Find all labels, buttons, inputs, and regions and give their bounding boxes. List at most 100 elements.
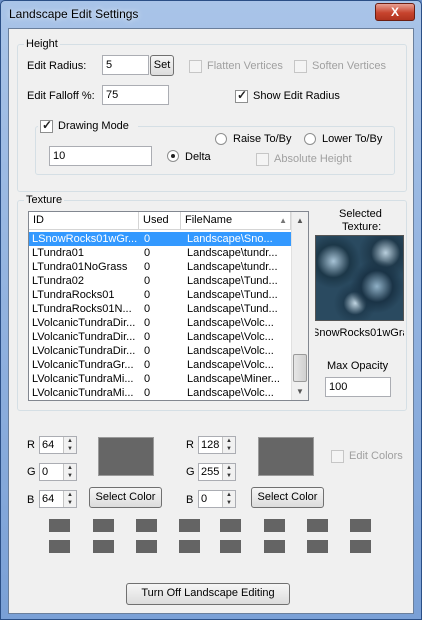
right-g-label: G — [186, 466, 195, 478]
color-chip[interactable] — [307, 540, 328, 553]
table-row[interactable]: LVolcanicTundraGr... 0 Landscape\Volc... — [29, 358, 291, 372]
drawing-mode-checkbox[interactable] — [40, 118, 53, 133]
column-header-used[interactable]: Used — [139, 212, 181, 230]
soften-vertices-checkbox[interactable] — [294, 60, 307, 73]
texture-file-cell: Landscape\Volc... — [187, 345, 274, 357]
edit-falloff-value: 75 — [106, 89, 119, 101]
color-chip[interactable] — [93, 519, 114, 532]
color-chip[interactable] — [49, 519, 70, 532]
texture-id-cell: LVolcanicTundraDir... — [32, 317, 136, 329]
column-header-id[interactable]: ID — [29, 212, 139, 230]
spin-up-icon: ▲ — [226, 492, 232, 498]
spin-down-icon: ▼ — [226, 473, 232, 479]
drawing-mode-value: 10 — [53, 150, 66, 162]
right-select-color-button[interactable]: Select Color — [251, 487, 324, 508]
edit-colors-checkbox[interactable] — [331, 450, 344, 463]
color-chip[interactable] — [350, 540, 371, 553]
color-chip[interactable] — [93, 540, 114, 553]
texture-group-label: Texture — [24, 194, 65, 206]
right-b-label: B — [186, 494, 194, 506]
texture-list-scrollbar[interactable]: ▲ ▼ — [291, 212, 308, 400]
texture-id-cell: LTundra01 — [32, 247, 84, 259]
edit-radius-input[interactable]: 5 — [102, 55, 149, 75]
color-chip[interactable] — [350, 519, 371, 532]
color-chip[interactable] — [179, 540, 200, 553]
edit-falloff-input[interactable]: 75 — [102, 85, 169, 105]
color-chip[interactable] — [264, 519, 285, 532]
table-row[interactable]: LVolcanicTundraMi... 0 Landscape\Miner... — [29, 372, 291, 386]
right-r-spinner[interactable]: 128 ▲ ▼ — [198, 436, 236, 454]
right-b-spinner[interactable]: 0 ▲ ▼ — [198, 490, 236, 508]
column-header-filename[interactable]: FileName ▲ — [181, 212, 291, 230]
texture-id-cell: LSnowRocks01wGr... — [32, 233, 138, 245]
height-group-label: Height — [24, 38, 60, 50]
left-select-color-button[interactable]: Select Color — [89, 487, 162, 508]
dialog-client: Height Edit Radius: 5 Set Flatten Vertic… — [8, 28, 414, 614]
left-g-spinner[interactable]: 0 ▲ ▼ — [39, 463, 77, 481]
table-row[interactable]: LVolcanicTundraDir... 0 Landscape\Volc... — [29, 344, 291, 358]
table-row[interactable]: LVolcanicTundraDir... 0 Landscape\Volc... — [29, 316, 291, 330]
spin-up-icon: ▲ — [67, 492, 73, 498]
raise-radio[interactable] — [215, 133, 227, 145]
table-row[interactable]: LVolcanicTundraDir... 0 Landscape\Volc... — [29, 330, 291, 344]
selected-texture-caption-1: Selected — [339, 208, 382, 220]
texture-file-cell: Landscape\Volc... — [187, 387, 274, 399]
spin-up-icon: ▲ — [67, 438, 73, 444]
color-chip[interactable] — [179, 519, 200, 532]
show-edit-radius-checkbox[interactable] — [235, 88, 248, 103]
color-chip[interactable] — [136, 519, 157, 532]
texture-used-cell: 0 — [144, 359, 151, 371]
drawing-mode-value-input[interactable]: 10 — [49, 146, 152, 166]
table-row[interactable]: LTundraRocks01N... 0 Landscape\Tund... — [29, 302, 291, 316]
table-row[interactable]: LTundraRocks01 0 Landscape\Tund... — [29, 288, 291, 302]
texture-id-cell: LVolcanicTundraMi... — [32, 373, 134, 385]
max-opacity-input[interactable]: 100 — [325, 377, 391, 397]
flatten-vertices-checkbox[interactable] — [189, 60, 202, 73]
selected-texture-name-clip: SnowRocks01wGra — [315, 327, 404, 341]
left-b-label: B — [27, 494, 35, 506]
spin-down-icon: ▼ — [67, 473, 73, 479]
left-b-spinner[interactable]: 64 ▲ ▼ — [39, 490, 77, 508]
spin-up-icon: ▲ — [67, 465, 73, 471]
texture-used-cell: 0 — [144, 261, 151, 273]
table-row[interactable]: LSnowRocks01wGr... 0 Landscape\Sno... — [29, 232, 291, 246]
scroll-thumb[interactable] — [293, 354, 307, 382]
texture-file-cell: Landscape\Miner... — [187, 373, 280, 385]
title-bar[interactable]: Landscape Edit Settings X — [1, 1, 421, 28]
edit-falloff-label: Edit Falloff %: — [27, 90, 95, 102]
texture-used-cell: 0 — [144, 317, 151, 329]
lower-radio[interactable] — [304, 133, 316, 145]
color-chip[interactable] — [264, 540, 285, 553]
scroll-up-icon[interactable]: ▲ — [292, 212, 308, 229]
spin-down-icon: ▼ — [226, 500, 232, 506]
turn-off-landscape-editing-button[interactable]: Turn Off Landscape Editing — [126, 583, 290, 605]
raise-label: Raise To/By — [233, 133, 292, 145]
set-button-label: Set — [153, 59, 171, 71]
left-r-spinner[interactable]: 64 ▲ ▼ — [39, 436, 77, 454]
spin-down-icon: ▼ — [67, 446, 73, 452]
texture-file-cell: Landscape\Volc... — [187, 359, 274, 371]
texture-used-cell: 0 — [144, 387, 151, 399]
table-row[interactable]: LTundra02 0 Landscape\Tund... — [29, 274, 291, 288]
texture-file-cell: Landscape\Volc... — [187, 317, 274, 329]
absolute-height-checkbox[interactable] — [256, 153, 269, 166]
table-row[interactable]: LTundra01NoGrass 0 Landscape\tundr... — [29, 260, 291, 274]
color-chip[interactable] — [49, 540, 70, 553]
set-button[interactable]: Set — [150, 55, 174, 76]
texture-list[interactable]: ID Used FileName ▲ LSnowRocks01wGr... 0 Lan… — [28, 211, 309, 401]
color-chip[interactable] — [220, 540, 241, 553]
edit-radius-value: 5 — [106, 59, 113, 71]
window-title: Landscape Edit Settings — [9, 7, 139, 21]
close-button[interactable]: X — [375, 3, 415, 21]
color-chip[interactable] — [307, 519, 328, 532]
color-chip[interactable] — [220, 519, 241, 532]
texture-used-cell: 0 — [144, 373, 151, 385]
scroll-down-icon[interactable]: ▼ — [292, 383, 308, 400]
texture-used-cell: 0 — [144, 233, 151, 245]
table-row[interactable]: LTundra01 0 Landscape\tundr... — [29, 246, 291, 260]
delta-radio[interactable] — [167, 150, 179, 162]
right-g-spinner[interactable]: 255 ▲ ▼ — [198, 463, 236, 481]
table-row[interactable]: LVolcanicTundraMi... 0 Landscape\Volc... — [29, 386, 291, 400]
texture-file-cell: Landscape\tundr... — [187, 261, 278, 273]
color-chip[interactable] — [136, 540, 157, 553]
